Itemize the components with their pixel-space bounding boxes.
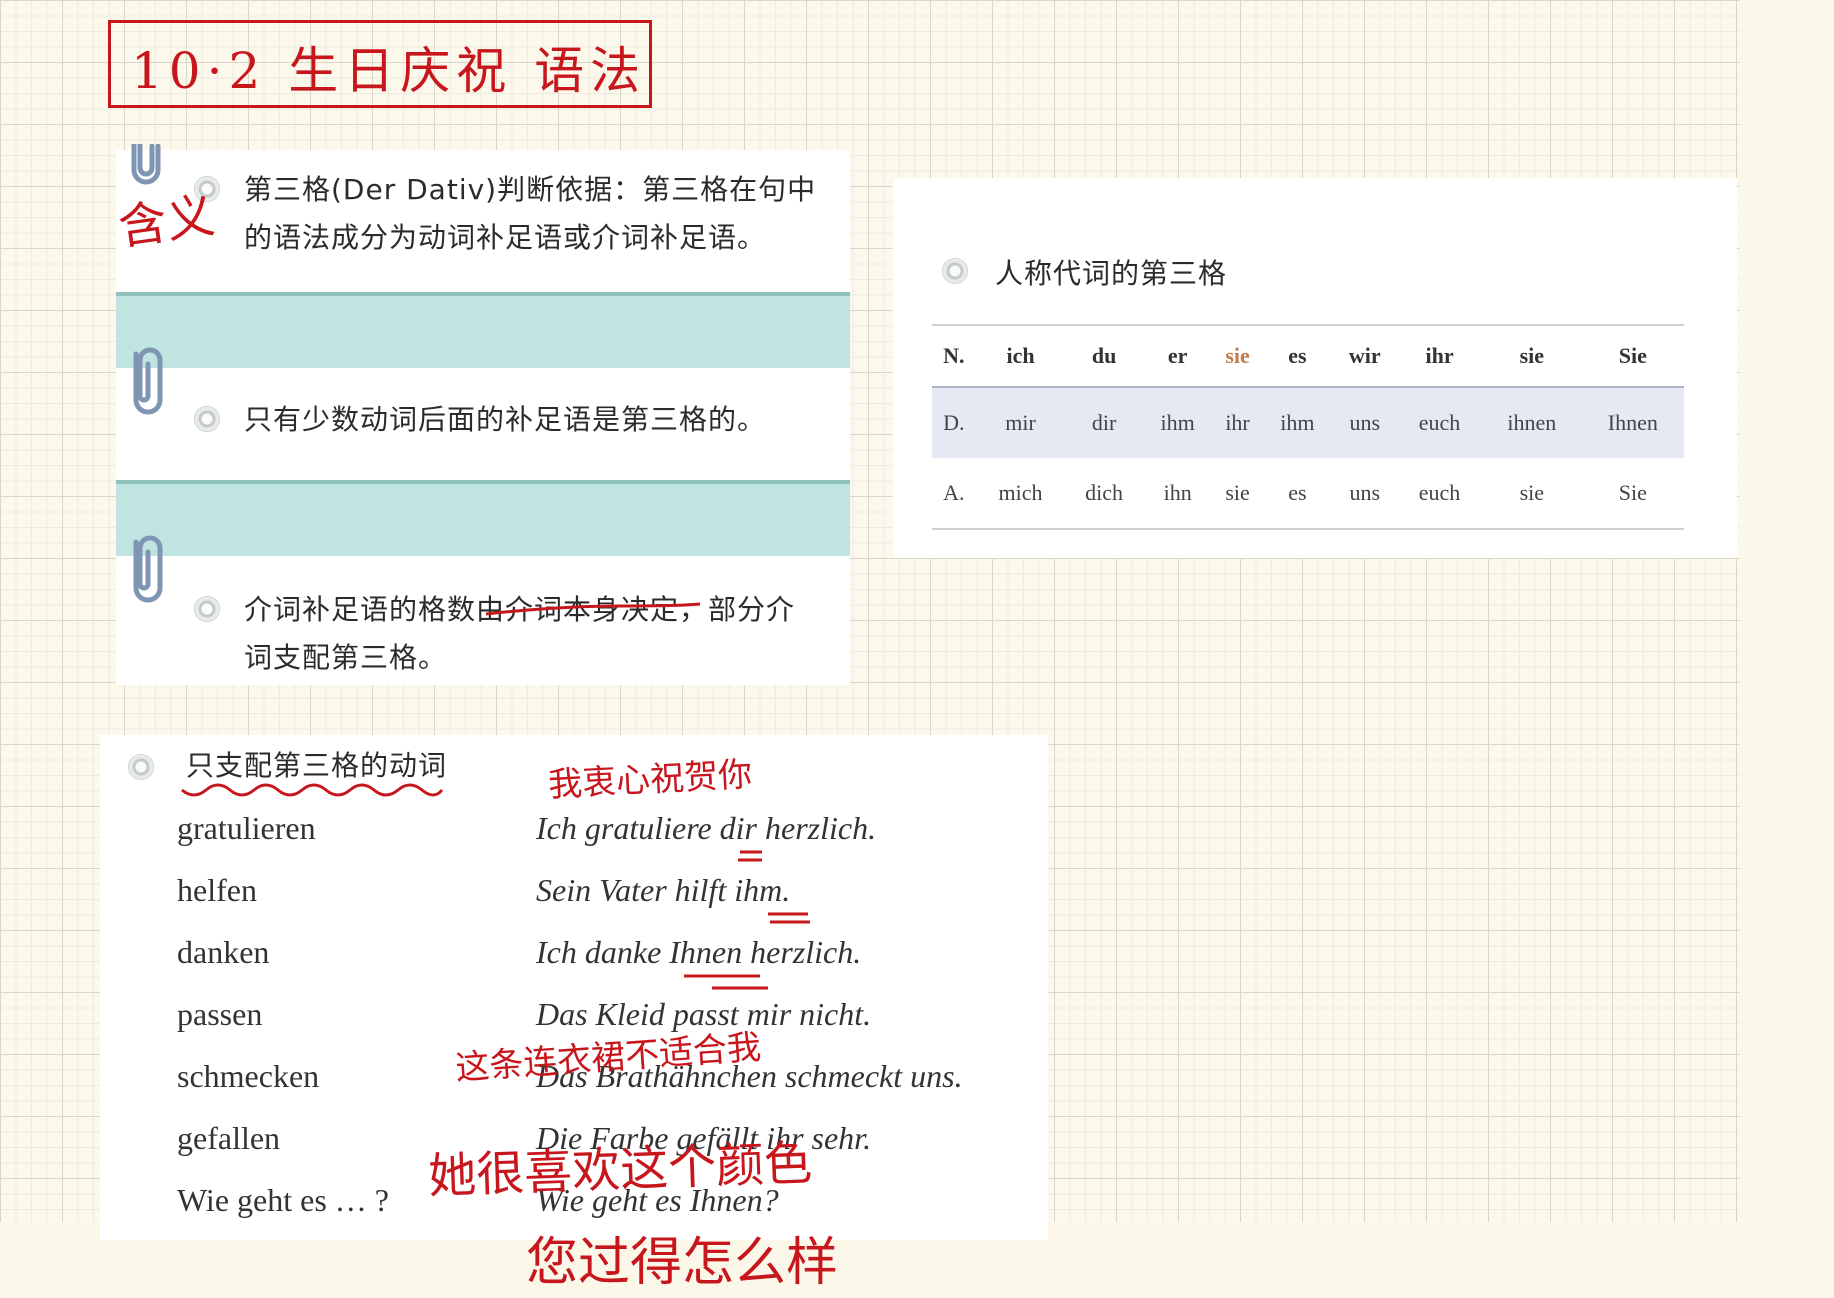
table-cell: ihn	[1142, 458, 1213, 530]
divider-band	[116, 480, 850, 556]
table-header-row: N. ich du er sie es wir ihr sie Sie	[932, 324, 1684, 388]
col-header-highlight: sie	[1212, 324, 1263, 388]
paperclip-icon	[133, 535, 163, 603]
table-cell: A.	[932, 458, 976, 530]
title-text: 10·2 生日庆祝 语法	[131, 42, 647, 100]
bullet-icon	[128, 754, 154, 780]
verb-item: schmecken	[177, 1058, 320, 1094]
col-header: Sie	[1581, 324, 1684, 388]
note-item-3-line1: 介词补足语的格数由介词本身决定，部分介	[244, 593, 796, 626]
bullet-icon	[194, 406, 220, 432]
margin-note: 含义	[115, 187, 219, 257]
example-sentence: Ich danke Ihnen herzlich.	[536, 934, 862, 970]
verb-panel-heading: 只支配第三格的动词	[186, 749, 448, 782]
col-header: wir	[1332, 324, 1398, 388]
verb-item: danken	[177, 934, 270, 970]
col-header: N.	[932, 324, 976, 388]
table-row-dative: D. mir dir ihm ihr ihm uns euch ihnen Ih…	[932, 387, 1684, 458]
table-cell: mir	[975, 387, 1066, 458]
example-sentence: Sein Vater hilft ihm.	[536, 872, 791, 908]
table-cell: sie	[1481, 458, 1582, 530]
table-cell: sie	[1212, 458, 1263, 530]
table-cell: es	[1262, 458, 1333, 530]
note-item-3: 介词补足语的格数由介词本身决定，部分介 词支配第三格。	[244, 586, 795, 682]
table-cell: Ihnen	[1581, 387, 1684, 458]
table-cell: euch	[1397, 387, 1482, 458]
col-header: es	[1262, 324, 1333, 388]
col-header: du	[1065, 324, 1143, 388]
paperclip-icon	[133, 347, 163, 415]
col-header: er	[1142, 324, 1213, 388]
pronoun-heading: 人称代词的第三格	[995, 257, 1228, 290]
handwritten-note-gefallen: 她很喜欢这个颜色	[427, 1135, 814, 1205]
table-cell: uns	[1332, 458, 1398, 530]
table-cell: mich	[975, 458, 1066, 530]
note-item-1: 第三格(Der Dativ)判断依据：第三格在句中 的语法成分为动词补足语或介词…	[244, 166, 816, 262]
table-cell-highlight: ihr	[1212, 387, 1263, 458]
note-item-2: 只有少数动词后面的补足语是第三格的。	[244, 403, 767, 436]
pronoun-table: N. ich du er sie es wir ihr sie Sie D. m…	[932, 324, 1684, 530]
table-cell: dich	[1065, 458, 1143, 530]
table-cell: uns	[1332, 387, 1398, 458]
bullet-icon	[942, 258, 968, 284]
note-item-1-line1: 第三格(Der Dativ)判断依据：第三格在句中	[244, 173, 817, 206]
table-cell: D.	[932, 387, 976, 458]
col-header: ihr	[1397, 324, 1482, 388]
table-cell: ihnen	[1481, 387, 1582, 458]
col-header: sie	[1481, 324, 1582, 388]
verb-item: gefallen	[177, 1120, 281, 1156]
table-cell: euch	[1397, 458, 1482, 530]
verb-item: gratulieren	[177, 810, 316, 846]
verb-item: helfen	[177, 872, 257, 908]
verb-item: passen	[177, 996, 263, 1032]
handwritten-note-wie-geht: 您过得怎么样	[526, 1233, 839, 1293]
table-cell: ihm	[1262, 387, 1333, 458]
grammar-notes-panel: 第三格(Der Dativ)判断依据：第三格在句中 的语法成分为动词补足语或介词…	[116, 144, 850, 685]
col-header: ich	[975, 324, 1066, 388]
table-cell: Sie	[1581, 458, 1684, 530]
verb-item: Wie geht es … ?	[177, 1182, 389, 1218]
example-sentence: Ich gratuliere dir herzlich.	[536, 810, 877, 846]
divider-band	[116, 292, 850, 368]
title-box: 10·2 生日庆祝 语法	[108, 20, 652, 108]
table-row-accusative: A. mich dich ihn sie es uns euch sie Sie	[932, 458, 1684, 530]
bullet-icon	[194, 596, 220, 622]
table-cell: ihm	[1142, 387, 1213, 458]
table-cell: dir	[1065, 387, 1143, 458]
note-item-3-line2: 词支配第三格。	[244, 641, 448, 674]
note-item-1-line2: 的语法成分为动词补足语或介词补足语。	[244, 221, 767, 254]
